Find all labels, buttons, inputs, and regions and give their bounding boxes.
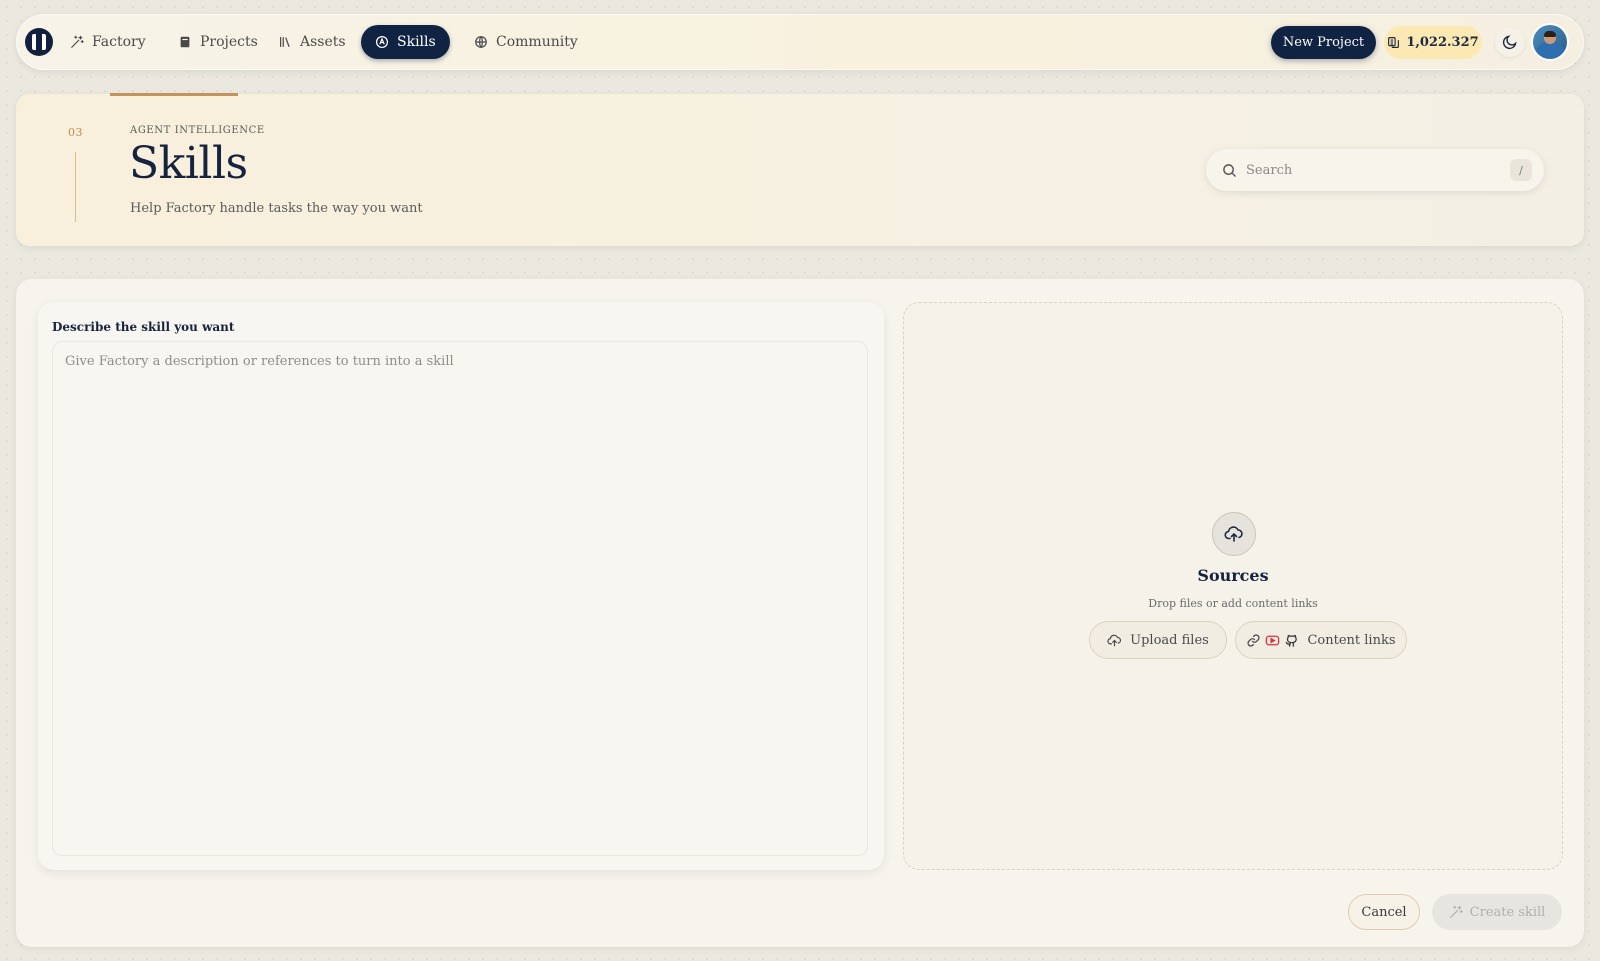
skill-builder-panel: Describe the skill you want Sources Drop…: [16, 279, 1584, 947]
content-links-label: Content links: [1307, 632, 1396, 648]
sources-upload-icon-wrap: [1212, 512, 1256, 556]
credits-badge[interactable]: 1,022.327: [1384, 26, 1482, 59]
page-title: Skills: [129, 138, 248, 189]
search-shortcut-key: /: [1510, 159, 1532, 181]
page-header: 03 AGENT INTELLIGENCE Skills Help Factor…: [16, 93, 1584, 246]
credits-value: 1,022.327: [1406, 35, 1479, 50]
sources-title: Sources: [1197, 566, 1269, 585]
magic-wand-icon: [1449, 905, 1463, 918]
nav-label: Community: [496, 34, 578, 50]
nav-item-projects[interactable]: Projects: [164, 25, 272, 59]
nav-item-skills[interactable]: Skills: [361, 25, 450, 59]
sources-dropzone[interactable]: Sources Drop files or add content links …: [903, 302, 1563, 870]
link-icon: [1247, 633, 1261, 647]
search-icon: [1223, 163, 1236, 177]
upload-files-label: Upload files: [1130, 632, 1209, 648]
nav-item-community[interactable]: Community: [460, 25, 592, 59]
search-input[interactable]: [1246, 162, 1496, 178]
factory-logo-icon[interactable]: [25, 28, 53, 56]
nav-label: Assets: [300, 34, 346, 50]
coins-icon: [1388, 37, 1400, 48]
describe-skill-label: Describe the skill you want: [52, 320, 235, 334]
search-box[interactable]: /: [1206, 149, 1544, 191]
create-skill-button[interactable]: Create skill: [1432, 894, 1562, 930]
step-divider: [75, 152, 76, 222]
top-nav: Factory Projects Assets Skills Community…: [16, 14, 1584, 70]
nav-label: Skills: [397, 34, 436, 50]
cloud-upload-icon: [1107, 634, 1122, 646]
page-subtitle: Help Factory handle tasks the way you wa…: [130, 201, 423, 216]
nav-item-factory[interactable]: Factory: [56, 25, 160, 59]
cloud-upload-icon: [1224, 526, 1243, 542]
magic-wand-icon: [71, 35, 84, 48]
content-links-button[interactable]: Content links: [1235, 621, 1407, 659]
new-project-button[interactable]: New Project: [1271, 26, 1376, 59]
globe-icon: [475, 36, 487, 48]
header-accent-bar: [110, 93, 238, 96]
moon-icon: [1502, 35, 1517, 50]
cancel-button[interactable]: Cancel: [1348, 894, 1420, 930]
sources-subtitle: Drop files or add content links: [1148, 597, 1318, 610]
page-eyebrow: AGENT INTELLIGENCE: [130, 125, 265, 136]
nav-label: Projects: [200, 34, 258, 50]
upload-files-button[interactable]: Upload files: [1089, 621, 1227, 659]
folder-icon: [180, 36, 190, 48]
nav-label: Factory: [92, 34, 146, 50]
nav-item-assets[interactable]: Assets: [264, 25, 360, 59]
github-icon: [1286, 634, 1298, 647]
create-skill-label: Create skill: [1469, 904, 1546, 920]
describe-skill-card: Describe the skill you want: [38, 302, 884, 870]
skill-icon: [375, 35, 389, 49]
user-avatar[interactable]: [1533, 25, 1567, 59]
skill-description-textarea[interactable]: [52, 341, 868, 856]
youtube-icon: [1266, 635, 1280, 645]
library-icon: [280, 37, 290, 47]
theme-toggle-button[interactable]: [1495, 27, 1525, 57]
step-number: 03: [68, 126, 83, 139]
